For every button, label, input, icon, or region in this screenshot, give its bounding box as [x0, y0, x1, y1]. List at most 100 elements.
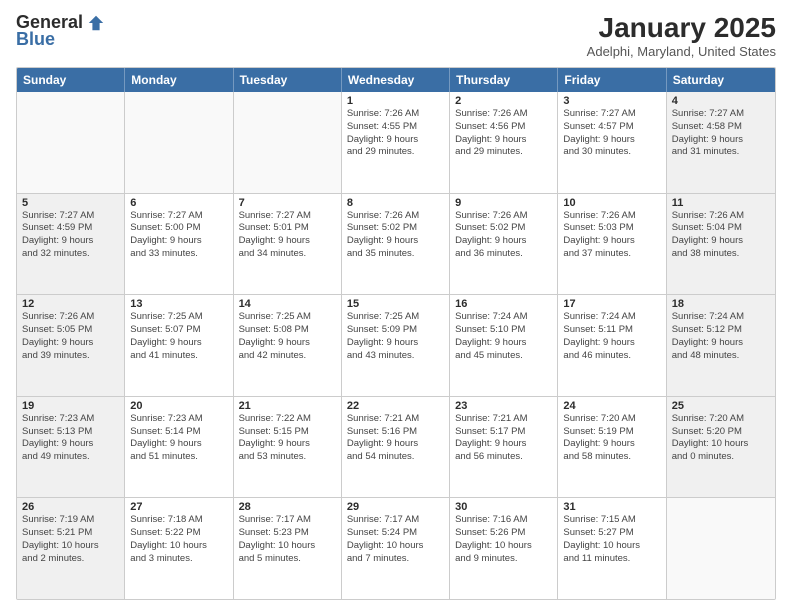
day-number: 9 [455, 197, 552, 209]
day-info: Sunrise: 7:15 AM Sunset: 5:27 PM Dayligh… [563, 514, 660, 565]
day-number: 20 [130, 400, 227, 412]
day-cell-24: 24Sunrise: 7:20 AM Sunset: 5:19 PM Dayli… [558, 397, 666, 498]
day-info: Sunrise: 7:27 AM Sunset: 5:01 PM Dayligh… [239, 210, 336, 261]
day-header-monday: Monday [125, 68, 233, 92]
header-right: January 2025 Adelphi, Maryland, United S… [587, 12, 776, 59]
day-info: Sunrise: 7:27 AM Sunset: 4:58 PM Dayligh… [672, 108, 770, 159]
day-cell-23: 23Sunrise: 7:21 AM Sunset: 5:17 PM Dayli… [450, 397, 558, 498]
day-number: 31 [563, 501, 660, 513]
day-cell-26: 26Sunrise: 7:19 AM Sunset: 5:21 PM Dayli… [17, 498, 125, 599]
calendar: SundayMondayTuesdayWednesdayThursdayFrid… [16, 67, 776, 600]
day-info: Sunrise: 7:20 AM Sunset: 5:19 PM Dayligh… [563, 413, 660, 464]
day-header-saturday: Saturday [667, 68, 775, 92]
day-number: 16 [455, 298, 552, 310]
calendar-header: SundayMondayTuesdayWednesdayThursdayFrid… [17, 68, 775, 92]
day-info: Sunrise: 7:18 AM Sunset: 5:22 PM Dayligh… [130, 514, 227, 565]
day-number: 18 [672, 298, 770, 310]
day-number: 24 [563, 400, 660, 412]
day-number: 8 [347, 197, 444, 209]
day-info: Sunrise: 7:16 AM Sunset: 5:26 PM Dayligh… [455, 514, 552, 565]
day-number: 1 [347, 95, 444, 107]
day-info: Sunrise: 7:21 AM Sunset: 5:16 PM Dayligh… [347, 413, 444, 464]
day-cell-12: 12Sunrise: 7:26 AM Sunset: 5:05 PM Dayli… [17, 295, 125, 396]
day-info: Sunrise: 7:23 AM Sunset: 5:13 PM Dayligh… [22, 413, 119, 464]
day-number: 25 [672, 400, 770, 412]
day-header-wednesday: Wednesday [342, 68, 450, 92]
day-info: Sunrise: 7:25 AM Sunset: 5:08 PM Dayligh… [239, 311, 336, 362]
day-info: Sunrise: 7:20 AM Sunset: 5:20 PM Dayligh… [672, 413, 770, 464]
day-number: 28 [239, 501, 336, 513]
day-info: Sunrise: 7:26 AM Sunset: 4:56 PM Dayligh… [455, 108, 552, 159]
day-info: Sunrise: 7:25 AM Sunset: 5:09 PM Dayligh… [347, 311, 444, 362]
day-number: 26 [22, 501, 119, 513]
page: General Blue January 2025 Adelphi, Maryl… [0, 0, 792, 612]
day-info: Sunrise: 7:21 AM Sunset: 5:17 PM Dayligh… [455, 413, 552, 464]
day-info: Sunrise: 7:26 AM Sunset: 5:02 PM Dayligh… [455, 210, 552, 261]
day-cell-6: 6Sunrise: 7:27 AM Sunset: 5:00 PM Daylig… [125, 194, 233, 295]
calendar-body: 1Sunrise: 7:26 AM Sunset: 4:55 PM Daylig… [17, 92, 775, 599]
day-header-friday: Friday [558, 68, 666, 92]
day-info: Sunrise: 7:27 AM Sunset: 5:00 PM Dayligh… [130, 210, 227, 261]
day-number: 3 [563, 95, 660, 107]
day-number: 4 [672, 95, 770, 107]
calendar-row-3: 12Sunrise: 7:26 AM Sunset: 5:05 PM Dayli… [17, 295, 775, 397]
day-cell-7: 7Sunrise: 7:27 AM Sunset: 5:01 PM Daylig… [234, 194, 342, 295]
logo-blue-text: Blue [16, 29, 55, 50]
day-cell-14: 14Sunrise: 7:25 AM Sunset: 5:08 PM Dayli… [234, 295, 342, 396]
day-cell-2: 2Sunrise: 7:26 AM Sunset: 4:56 PM Daylig… [450, 92, 558, 193]
calendar-row-1: 1Sunrise: 7:26 AM Sunset: 4:55 PM Daylig… [17, 92, 775, 194]
day-number: 29 [347, 501, 444, 513]
day-cell-13: 13Sunrise: 7:25 AM Sunset: 5:07 PM Dayli… [125, 295, 233, 396]
day-number: 14 [239, 298, 336, 310]
day-cell-11: 11Sunrise: 7:26 AM Sunset: 5:04 PM Dayli… [667, 194, 775, 295]
day-header-tuesday: Tuesday [234, 68, 342, 92]
day-info: Sunrise: 7:27 AM Sunset: 4:57 PM Dayligh… [563, 108, 660, 159]
day-number: 6 [130, 197, 227, 209]
calendar-row-4: 19Sunrise: 7:23 AM Sunset: 5:13 PM Dayli… [17, 397, 775, 499]
day-info: Sunrise: 7:26 AM Sunset: 5:02 PM Dayligh… [347, 210, 444, 261]
day-cell-17: 17Sunrise: 7:24 AM Sunset: 5:11 PM Dayli… [558, 295, 666, 396]
day-info: Sunrise: 7:26 AM Sunset: 4:55 PM Dayligh… [347, 108, 444, 159]
day-cell-25: 25Sunrise: 7:20 AM Sunset: 5:20 PM Dayli… [667, 397, 775, 498]
day-info: Sunrise: 7:25 AM Sunset: 5:07 PM Dayligh… [130, 311, 227, 362]
day-number: 23 [455, 400, 552, 412]
day-number: 30 [455, 501, 552, 513]
day-number: 10 [563, 197, 660, 209]
day-cell-29: 29Sunrise: 7:17 AM Sunset: 5:24 PM Dayli… [342, 498, 450, 599]
day-cell-19: 19Sunrise: 7:23 AM Sunset: 5:13 PM Dayli… [17, 397, 125, 498]
logo: General Blue [16, 12, 105, 50]
day-number: 2 [455, 95, 552, 107]
day-info: Sunrise: 7:17 AM Sunset: 5:23 PM Dayligh… [239, 514, 336, 565]
day-number: 15 [347, 298, 444, 310]
empty-cell-r4c6 [667, 498, 775, 599]
day-cell-30: 30Sunrise: 7:16 AM Sunset: 5:26 PM Dayli… [450, 498, 558, 599]
day-info: Sunrise: 7:27 AM Sunset: 4:59 PM Dayligh… [22, 210, 119, 261]
day-cell-22: 22Sunrise: 7:21 AM Sunset: 5:16 PM Dayli… [342, 397, 450, 498]
day-cell-4: 4Sunrise: 7:27 AM Sunset: 4:58 PM Daylig… [667, 92, 775, 193]
location: Adelphi, Maryland, United States [587, 44, 776, 59]
day-info: Sunrise: 7:26 AM Sunset: 5:03 PM Dayligh… [563, 210, 660, 261]
day-info: Sunrise: 7:24 AM Sunset: 5:11 PM Dayligh… [563, 311, 660, 362]
day-number: 13 [130, 298, 227, 310]
month-title: January 2025 [587, 12, 776, 44]
day-cell-21: 21Sunrise: 7:22 AM Sunset: 5:15 PM Dayli… [234, 397, 342, 498]
day-cell-27: 27Sunrise: 7:18 AM Sunset: 5:22 PM Dayli… [125, 498, 233, 599]
day-number: 17 [563, 298, 660, 310]
day-number: 19 [22, 400, 119, 412]
day-number: 22 [347, 400, 444, 412]
day-cell-31: 31Sunrise: 7:15 AM Sunset: 5:27 PM Dayli… [558, 498, 666, 599]
day-info: Sunrise: 7:19 AM Sunset: 5:21 PM Dayligh… [22, 514, 119, 565]
header: General Blue January 2025 Adelphi, Maryl… [16, 12, 776, 59]
day-cell-9: 9Sunrise: 7:26 AM Sunset: 5:02 PM Daylig… [450, 194, 558, 295]
day-info: Sunrise: 7:26 AM Sunset: 5:04 PM Dayligh… [672, 210, 770, 261]
day-cell-16: 16Sunrise: 7:24 AM Sunset: 5:10 PM Dayli… [450, 295, 558, 396]
day-cell-1: 1Sunrise: 7:26 AM Sunset: 4:55 PM Daylig… [342, 92, 450, 193]
day-info: Sunrise: 7:22 AM Sunset: 5:15 PM Dayligh… [239, 413, 336, 464]
day-cell-18: 18Sunrise: 7:24 AM Sunset: 5:12 PM Dayli… [667, 295, 775, 396]
day-info: Sunrise: 7:17 AM Sunset: 5:24 PM Dayligh… [347, 514, 444, 565]
day-cell-8: 8Sunrise: 7:26 AM Sunset: 5:02 PM Daylig… [342, 194, 450, 295]
day-info: Sunrise: 7:23 AM Sunset: 5:14 PM Dayligh… [130, 413, 227, 464]
day-header-thursday: Thursday [450, 68, 558, 92]
day-number: 5 [22, 197, 119, 209]
day-cell-10: 10Sunrise: 7:26 AM Sunset: 5:03 PM Dayli… [558, 194, 666, 295]
